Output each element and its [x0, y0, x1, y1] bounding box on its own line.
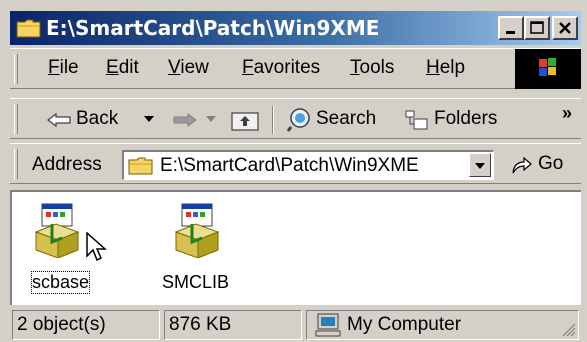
- file-item-smclib[interactable]: SMCLIB: [158, 200, 248, 300]
- up-folder-icon[interactable]: [230, 108, 260, 132]
- file-label: SMCLIB: [162, 272, 230, 292]
- menu-bar: File Edit View Favorites Tools Help: [10, 48, 581, 89]
- chevron-down-icon: [475, 163, 485, 169]
- status-location: My Computer: [347, 314, 462, 335]
- menu-tools[interactable]: Tools: [350, 57, 394, 79]
- mouse-pointer-icon: [86, 232, 107, 262]
- setup-program-icon: [174, 203, 220, 258]
- menu-help[interactable]: Help: [426, 57, 465, 79]
- address-bar: Address E:\SmartCard\Patch\Win9XME Go: [10, 143, 581, 184]
- explorer-window: E:\SmartCard\Patch\Win9XME File Edit Vie…: [0, 0, 587, 342]
- window-title: E:\SmartCard\Patch\Win9XME: [46, 16, 380, 40]
- title-bar[interactable]: E:\SmartCard\Patch\Win9XME: [10, 11, 581, 45]
- address-bar-grip[interactable]: [14, 149, 18, 179]
- forward-arrow-icon[interactable]: [172, 112, 198, 128]
- go-arrow-icon: [512, 156, 532, 174]
- folders-icon: [405, 110, 428, 130]
- folders-label: Folders: [434, 108, 498, 129]
- menu-favorites[interactable]: Favorites: [242, 57, 320, 79]
- menu-edit[interactable]: Edit: [106, 57, 139, 79]
- menu-bar-grip[interactable]: [14, 54, 18, 84]
- forward-dropdown-icon[interactable]: [206, 116, 216, 124]
- standard-toolbar: Back Search Folders »: [10, 98, 581, 139]
- status-size: 876 KB: [164, 310, 302, 340]
- menu-view[interactable]: View: [168, 57, 209, 79]
- setup-program-icon: [34, 203, 80, 258]
- windows-flag-icon: [539, 58, 556, 76]
- search-label: Search: [316, 108, 377, 129]
- back-button[interactable]: Back: [40, 99, 164, 139]
- resize-grip-icon[interactable]: [562, 323, 576, 337]
- folder-icon: [16, 19, 41, 38]
- menu-file[interactable]: File: [48, 57, 79, 79]
- close-button[interactable]: [552, 16, 578, 40]
- go-label: Go: [538, 153, 564, 174]
- address-input[interactable]: E:\SmartCard\Patch\Win9XME: [122, 150, 494, 180]
- file-item-scbase[interactable]: scbase: [20, 200, 107, 300]
- status-location-panel: My Computer: [306, 310, 579, 340]
- maximize-button[interactable]: [524, 16, 550, 40]
- back-arrow-icon: [47, 112, 71, 128]
- address-label: Address: [32, 154, 102, 175]
- address-value: E:\SmartCard\Patch\Win9XME: [160, 155, 419, 176]
- address-dropdown-button[interactable]: [469, 153, 491, 177]
- folder-icon: [128, 157, 153, 175]
- status-bar: 2 object(s) 876 KB My Computer: [10, 308, 581, 342]
- search-icon: [286, 108, 310, 132]
- close-icon: [559, 22, 571, 34]
- file-label: scbase: [30, 271, 91, 294]
- toolbar-grip[interactable]: [14, 104, 18, 134]
- file-list-view[interactable]: scbase SMCLIB: [10, 190, 581, 305]
- chevron-down-icon[interactable]: [144, 116, 154, 124]
- my-computer-icon: [315, 313, 341, 337]
- folders-button[interactable]: Folders: [402, 99, 514, 139]
- windows-logo: [515, 49, 581, 89]
- status-object-count: 2 object(s): [12, 310, 160, 340]
- back-label: Back: [76, 108, 119, 129]
- minimize-icon: [506, 31, 515, 34]
- toolbar-separator: [272, 106, 274, 134]
- toolbar-overflow-chevron[interactable]: »: [562, 103, 572, 124]
- minimize-button[interactable]: [498, 16, 524, 40]
- search-button[interactable]: Search: [284, 99, 394, 139]
- maximize-icon: [530, 21, 544, 34]
